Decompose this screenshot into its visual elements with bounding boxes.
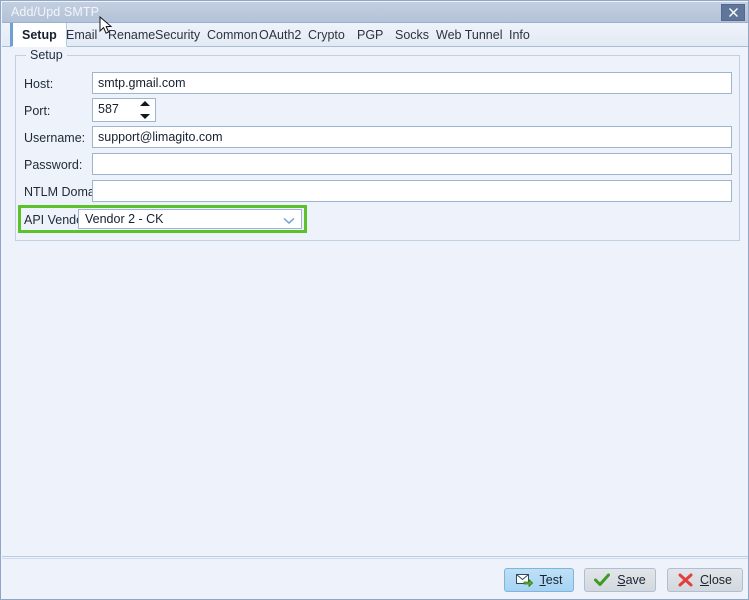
close-button-label: Close bbox=[700, 573, 732, 587]
password-label: Password: bbox=[24, 158, 83, 172]
host-input[interactable] bbox=[92, 72, 732, 94]
close-glyph bbox=[728, 8, 738, 17]
cross-icon bbox=[678, 573, 693, 587]
chevron-down-icon[interactable] bbox=[283, 214, 295, 228]
port-stepper[interactable]: 587 bbox=[92, 98, 156, 122]
save-button-label: Save bbox=[617, 573, 646, 587]
mail-send-icon bbox=[515, 574, 533, 587]
host-label: Host: bbox=[24, 77, 54, 91]
close-button[interactable]: Close bbox=[667, 568, 743, 592]
ntlm-domain-input[interactable] bbox=[92, 180, 732, 202]
tab-strip: Setup Email Rename Security Common OAuth… bbox=[2, 23, 748, 47]
api-vendor-value: Vendor 2 - CK bbox=[85, 212, 164, 226]
spinner-up-icon[interactable] bbox=[140, 101, 150, 106]
port-spinner-buttons[interactable] bbox=[138, 101, 152, 119]
smtp-dialog-window: Add/Upd SMTP Setup Email Rename Security… bbox=[0, 0, 749, 600]
tab-crypto[interactable]: Crypto bbox=[299, 23, 354, 47]
spinner-down-icon[interactable] bbox=[140, 114, 150, 119]
port-label: Port: bbox=[24, 104, 51, 118]
port-value: 587 bbox=[98, 102, 119, 116]
setup-groupbox-title: Setup bbox=[26, 48, 67, 62]
title-bar: Add/Upd SMTP bbox=[2, 2, 748, 23]
test-button-label: Test bbox=[539, 573, 563, 587]
chevron-down-glyph bbox=[283, 217, 295, 225]
username-label: Username: bbox=[24, 131, 86, 145]
username-input[interactable] bbox=[92, 126, 732, 148]
check-icon bbox=[594, 573, 611, 586]
dialog-button-bar: Test Save Close bbox=[2, 558, 748, 599]
test-button[interactable]: Test bbox=[504, 568, 574, 592]
tab-content-setup: Setup Host: Port: 587 Username: Password… bbox=[2, 47, 748, 557]
password-input[interactable] bbox=[92, 153, 732, 175]
api-vendor-select[interactable]: Vendor 2 - CK bbox=[78, 209, 302, 229]
tab-info[interactable]: Info bbox=[500, 23, 539, 47]
tab-web-tunnel[interactable]: Web Tunnel bbox=[427, 23, 511, 47]
window-title: Add/Upd SMTP bbox=[11, 5, 100, 19]
save-button[interactable]: Save bbox=[584, 568, 656, 592]
close-icon[interactable] bbox=[721, 4, 745, 21]
